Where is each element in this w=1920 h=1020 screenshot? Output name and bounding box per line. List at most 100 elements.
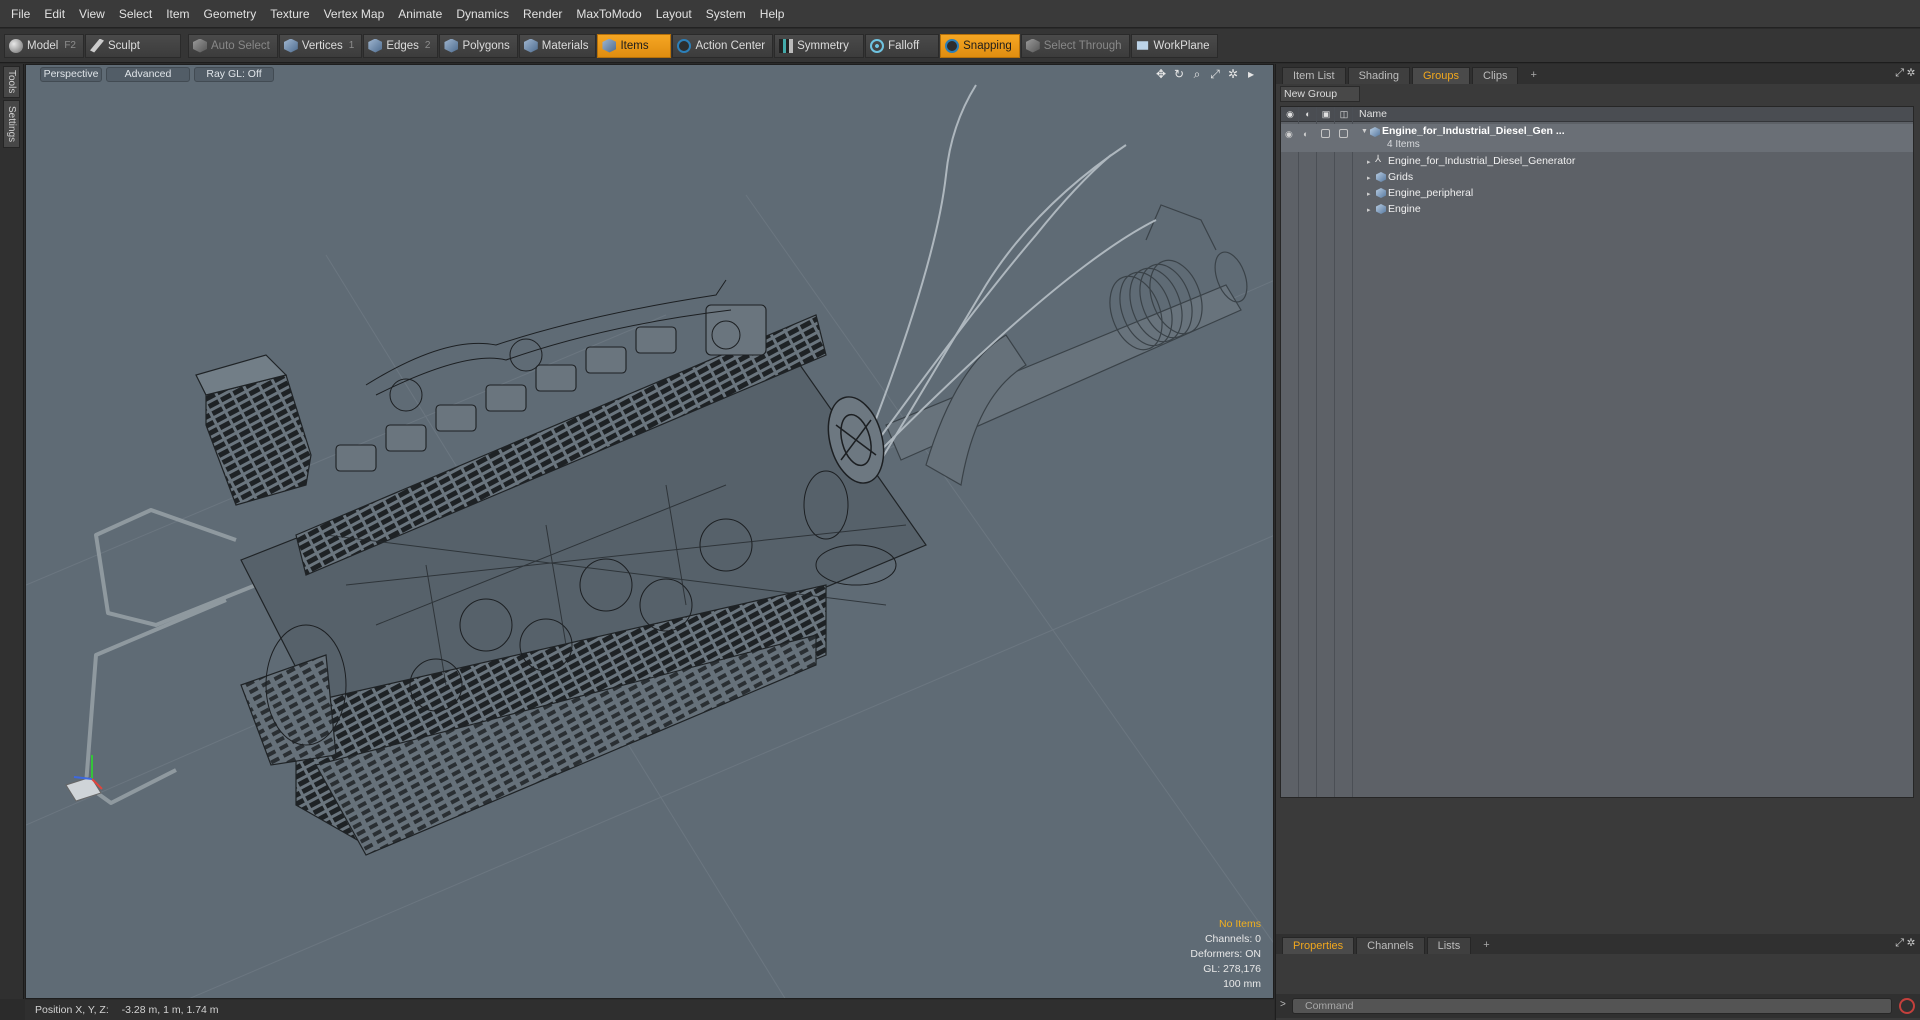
tree-item-label: Engine_for_Industrial_Diesel_Generator [1388,155,1576,167]
add-tab-icon[interactable]: + [1473,937,1499,954]
zoom-icon[interactable]: ⌕ [1191,68,1203,80]
tab-shading[interactable]: Shading [1347,67,1410,84]
sculpt-mode-button[interactable]: Sculpt [85,33,181,58]
menu-texture[interactable]: Texture [263,0,316,28]
tree-item-engine[interactable]: ▸ Engine [1281,202,1913,217]
engine-wireframe-render [26,84,1273,998]
symmetry-icon [779,38,794,53]
render-toggle-icon[interactable]: ◐ [1303,129,1308,139]
stop-icon[interactable] [1899,998,1915,1014]
menu-maxtomodo[interactable]: MaxToModo [569,0,648,28]
select-through-button[interactable]: Select Through [1020,33,1130,58]
raygl-toggle[interactable]: Ray GL: Off [194,67,274,82]
add-tab-icon[interactable]: + [1520,67,1546,84]
tab-clips[interactable]: Clips [1472,67,1519,84]
action-center-button[interactable]: Action Center [672,33,774,58]
menu-layout[interactable]: Layout [649,0,699,28]
menu-system[interactable]: System [699,0,753,28]
tree-item-engine-peripheral[interactable]: ▸ Engine_peripheral [1281,186,1913,201]
menu-file[interactable]: File [4,0,37,28]
tree-item-grids[interactable]: ▸ Grids [1281,170,1913,185]
raygl-label: Ray GL: Off [206,68,262,80]
snapping-button[interactable]: Snapping [940,33,1020,58]
menu-animate[interactable]: Animate [391,0,449,28]
command-input[interactable]: Command [1292,998,1892,1014]
menu-edit[interactable]: Edit [37,0,72,28]
tab-settings-label: Settings [6,105,17,143]
menu-geometry[interactable]: Geometry [197,0,264,28]
tree-item-generator[interactable]: ▸ ⅄ Engine_for_Industrial_Diesel_Generat… [1281,154,1913,169]
play-arrow-icon[interactable]: ▸ [1245,68,1257,80]
menu-select[interactable]: Select [112,0,159,28]
3d-viewport[interactable]: Perspective Advanced Ray GL: Off ✥ ↻ ⌕ ⤢… [25,64,1274,999]
gl-stat: GL: 278,176 [1203,963,1261,975]
tab-item-list[interactable]: Item List [1282,67,1346,84]
tab-groups[interactable]: Groups [1411,67,1471,84]
shading-dropdown[interactable]: Advanced [106,67,190,82]
materials-button[interactable]: Materials [518,33,597,58]
expand-triangle-icon[interactable]: ▸ [1367,158,1371,166]
viewport-stats: No Items Channels: 0 Deformers: ON GL: 2… [1190,917,1261,992]
top-panel-tabs: Item List Shading Groups Clips + ⤢ ✲ [1276,64,1920,84]
panel-options-icon[interactable]: ⤢ ✲ [1895,67,1915,80]
panel-options-icon[interactable]: ⤢ ✲ [1895,937,1915,950]
model-mode-button[interactable]: Model F2 [4,33,84,58]
lock-checkbox[interactable] [1321,129,1330,138]
menu-vertex-map[interactable]: Vertex Map [317,0,392,28]
menu-item[interactable]: Item [159,0,196,28]
collapse-triangle-icon[interactable]: ▼ [1361,128,1368,135]
group-row-engine[interactable]: ◉ ◐ ▼ Engine_for_Industrial_Diesel_Gen .… [1281,124,1913,152]
menu-view[interactable]: View [72,0,112,28]
tree-item-label: Grids [1388,171,1414,183]
workplane-button[interactable]: WorkPlane [1130,33,1218,58]
visibility-toggle-icon[interactable]: ◉ [1285,129,1293,140]
items-label: Items [620,39,649,52]
falloff-button[interactable]: Falloff [865,33,940,58]
view-mode-label: Perspective [43,68,99,80]
rotate-icon[interactable]: ↻ [1173,68,1185,80]
expand-triangle-icon[interactable]: ▸ [1367,206,1371,214]
expand-triangle-icon[interactable]: ▸ [1367,190,1371,198]
select-checkbox[interactable] [1339,129,1348,138]
locator-icon: ⅄ [1375,154,1382,165]
expand-triangle-icon[interactable]: ▸ [1367,174,1371,182]
vertices-label: Vertices [301,39,343,52]
tab-lists[interactable]: Lists [1426,937,1472,954]
view-mode-dropdown[interactable]: Perspective [40,67,102,82]
polygons-icon [444,38,459,53]
tree-item-label: Engine_peripheral [1388,187,1474,199]
auto-select-icon [193,38,207,53]
new-group-button[interactable]: New Group [1280,86,1360,102]
position-label: Position X, Y, Z: [35,1004,109,1016]
group-name: Engine_for_Industrial_Diesel_Gen ... [1382,125,1565,137]
menu-dynamics[interactable]: Dynamics [449,0,516,28]
gear-icon[interactable]: ✲ [1227,68,1239,80]
snapping-label: Snapping [963,39,1012,52]
bottom-panel-tabs: Properties Channels Lists + ⤢ ✲ [1276,934,1920,954]
command-arrow-icon: > [1280,999,1286,1010]
select-through-label: Select Through [1043,39,1122,52]
tab-tools[interactable]: Tools [3,66,20,98]
command-row: > Command [1276,994,1920,1018]
tab-channels[interactable]: Channels [1356,937,1425,954]
auto-select-button[interactable]: Auto Select [188,33,278,58]
menu-bar: File Edit View Select Item Geometry Text… [0,0,1920,28]
command-placeholder: Command [1305,1000,1354,1012]
new-group-label: New Group [1284,88,1338,100]
axis-gizmo [65,755,103,802]
symmetry-button[interactable]: Symmetry [774,33,865,58]
edges-button[interactable]: Edges 2 [363,33,439,58]
maximize-icon[interactable]: ⤢ [1209,68,1221,80]
brush-icon [90,38,104,53]
pan-icon[interactable]: ✥ [1155,68,1167,80]
left-side-tabs: Tools Settings [0,64,24,999]
items-button[interactable]: Items [597,33,672,58]
menu-render[interactable]: Render [516,0,569,28]
tab-tools-label: Tools [6,70,17,94]
polygons-button[interactable]: Polygons [439,33,518,58]
tab-properties[interactable]: Properties [1282,937,1355,954]
vertices-button[interactable]: Vertices 1 [278,33,363,58]
shading-label: Advanced [124,68,172,80]
menu-help[interactable]: Help [753,0,792,28]
tab-settings[interactable]: Settings [3,100,20,148]
